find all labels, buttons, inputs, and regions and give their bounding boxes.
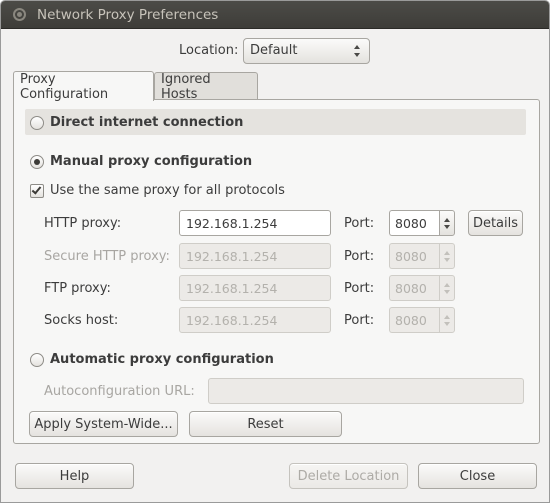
close-button[interactable]: Close [418, 463, 537, 489]
tab-proxy-configuration[interactable]: Proxy Configuration [13, 71, 154, 102]
socks-port-spinner: 8080 [389, 307, 455, 333]
http-proxy-value: 192.168.1.254 [186, 215, 278, 231]
secure-http-port-stepper [439, 243, 455, 269]
spinner-arrows-icon [444, 283, 450, 294]
automatic-proxy-label: Automatic proxy configuration [50, 352, 274, 367]
secure-http-port-value: 8080 [389, 243, 439, 269]
manual-proxy-radio[interactable] [30, 155, 44, 169]
details-button-label: Details [472, 215, 519, 231]
title-bar: Network Proxy Preferences [1, 1, 549, 29]
socks-port-label: Port: [344, 313, 375, 328]
ftp-port-label: Port: [344, 281, 375, 296]
apply-system-wide-button[interactable]: Apply System-Wide... [29, 411, 178, 437]
spinner-arrows-icon [444, 315, 450, 326]
ftp-port-spinner: 8080 [389, 275, 455, 301]
delete-location-label: Delete Location [297, 468, 400, 484]
ftp-proxy-input: 192.168.1.254 [179, 275, 331, 301]
combo-arrows-icon [354, 45, 361, 57]
secure-http-proxy-input: 192.168.1.254 [179, 243, 331, 269]
ftp-proxy-value: 192.168.1.254 [186, 280, 278, 296]
spinner-arrows-icon [444, 251, 450, 262]
location-label: Location: [179, 43, 239, 58]
http-proxy-input[interactable]: 192.168.1.254 [179, 210, 331, 236]
http-port-spinner[interactable]: 8080 [389, 210, 455, 236]
automatic-proxy-radio[interactable] [30, 353, 44, 367]
same-proxy-label: Use the same proxy for all protocols [50, 183, 285, 198]
socks-host-label: Socks host: [44, 313, 119, 328]
same-proxy-checkbox[interactable] [30, 184, 44, 198]
apply-button-label: Apply System-Wide... [34, 416, 173, 432]
http-port-label: Port: [344, 216, 375, 231]
tab-label: Ignored Hosts [161, 71, 211, 102]
tab-ignored-hosts[interactable]: Ignored Hosts [154, 71, 258, 102]
socks-host-value: 192.168.1.254 [186, 312, 278, 328]
secure-http-proxy-value: 192.168.1.254 [186, 248, 278, 264]
http-port-value[interactable]: 8080 [389, 210, 439, 236]
tab-label: Proxy Configuration [20, 71, 109, 102]
secure-http-proxy-label: Secure HTTP proxy: [44, 249, 170, 264]
reset-button[interactable]: Reset [189, 411, 342, 437]
ftp-port-value: 8080 [389, 275, 439, 301]
help-button[interactable]: Help [15, 463, 134, 489]
checkmark-icon [31, 184, 42, 195]
socks-port-stepper [439, 307, 455, 333]
close-button-label: Close [459, 468, 496, 484]
http-proxy-label: HTTP proxy: [44, 216, 122, 231]
window-menu-icon[interactable] [13, 8, 26, 21]
ftp-port-stepper [439, 275, 455, 301]
window-title: Network Proxy Preferences [37, 7, 219, 23]
ftp-proxy-label: FTP proxy: [44, 281, 111, 296]
autoconfig-url-input [208, 378, 524, 404]
location-combo[interactable]: Default [243, 38, 370, 64]
direct-connection-radio[interactable] [30, 116, 44, 130]
location-value: Default [250, 43, 298, 58]
reset-button-label: Reset [247, 416, 284, 432]
details-button[interactable]: Details [468, 210, 523, 236]
socks-port-value: 8080 [389, 307, 439, 333]
socks-host-input: 192.168.1.254 [179, 307, 331, 333]
http-port-stepper[interactable] [439, 210, 455, 236]
secure-http-port-label: Port: [344, 249, 375, 264]
proxy-preferences-window: Network Proxy Preferences Location: Defa… [0, 0, 550, 503]
direct-connection-label: Direct internet connection [50, 115, 244, 130]
delete-location-button: Delete Location [289, 463, 408, 489]
spinner-arrows-icon [444, 218, 450, 229]
help-button-label: Help [59, 468, 90, 484]
secure-http-port-spinner: 8080 [389, 243, 455, 269]
autoconfig-url-label: Autoconfiguration URL: [44, 384, 195, 399]
manual-proxy-label: Manual proxy configuration [50, 154, 253, 169]
